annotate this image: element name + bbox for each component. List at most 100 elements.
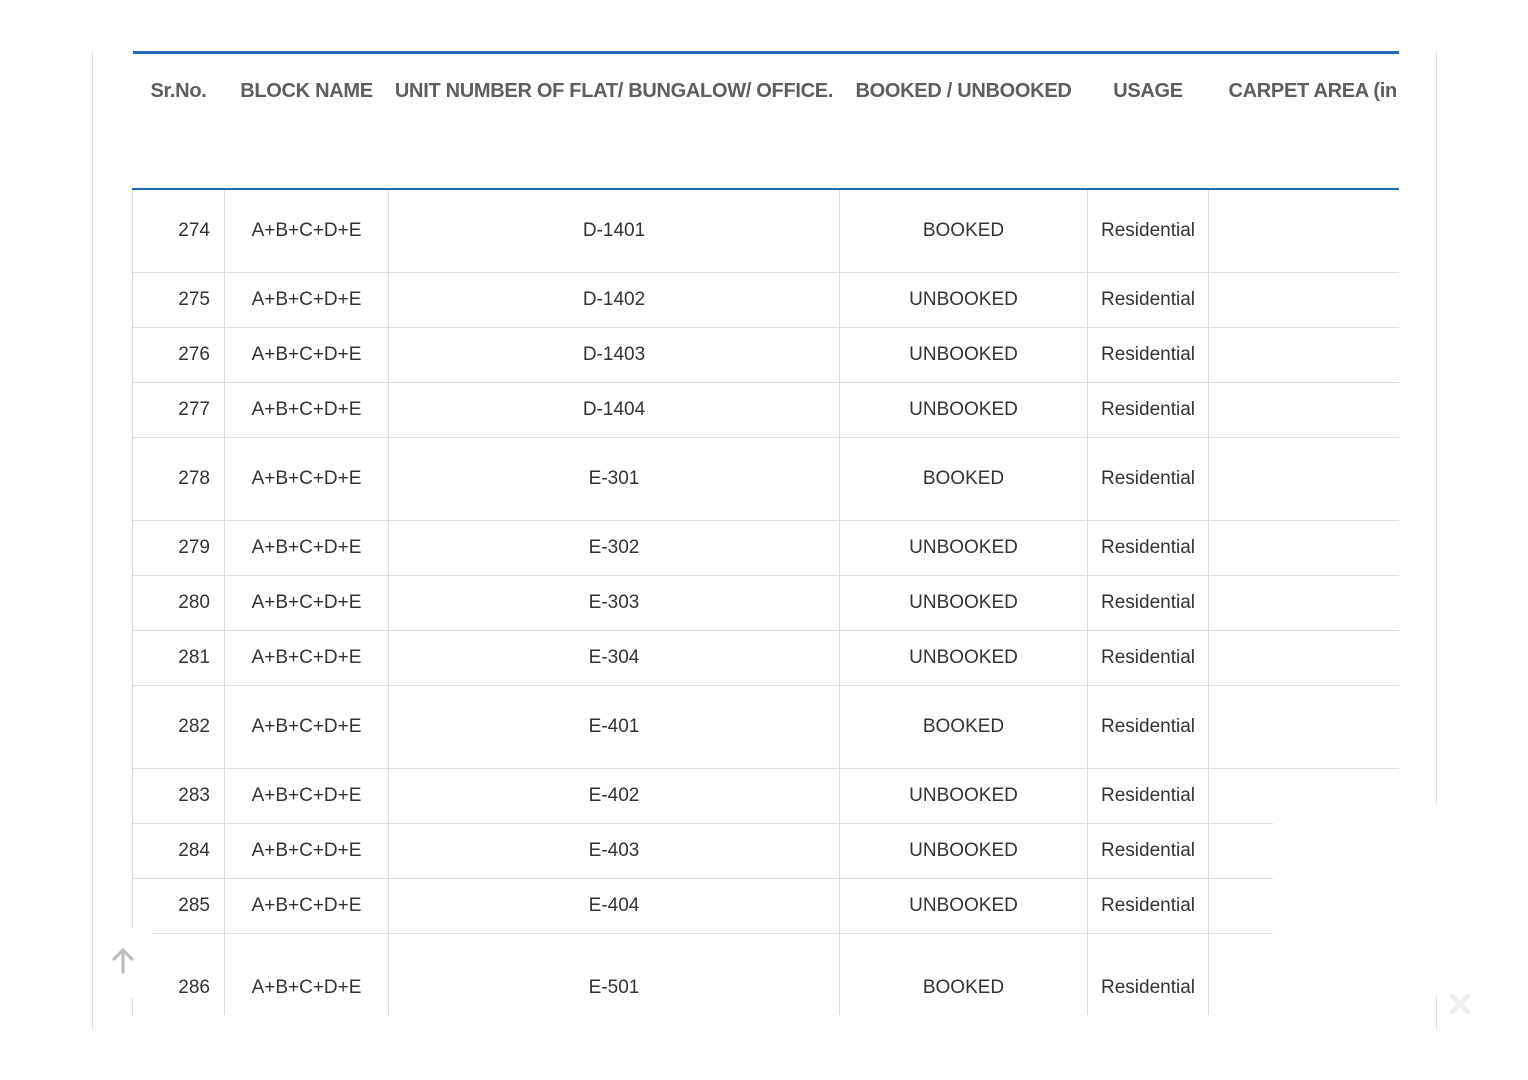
cell-block-name: A+B+C+D+E: [224, 768, 389, 824]
cell-sr-no: 279: [132, 520, 225, 576]
cell-usage: Residential: [1087, 878, 1209, 934]
cell-booking-status: UNBOOKED: [839, 768, 1088, 824]
cell-usage: Residential: [1087, 823, 1209, 879]
cell-usage: Residential: [1087, 520, 1209, 576]
header-unit-number: UNIT NUMBER OF FLAT/ BUNGALOW/ OFFICE.: [388, 51, 840, 190]
cell-unit-number: E-402: [388, 768, 840, 824]
cell-unit-number: E-302: [388, 520, 840, 576]
cell-booking-status: BOOKED: [839, 933, 1088, 1015]
table-row: 278 A+B+C+D+E E-301 BOOKED Residential: [132, 437, 1399, 521]
cell-booking-status: BOOKED: [839, 437, 1088, 521]
table-row: 281 A+B+C+D+E E-304 UNBOOKED Residential: [132, 630, 1399, 686]
cell-booking-status: UNBOOKED: [839, 272, 1088, 328]
cell-usage: Residential: [1087, 768, 1209, 824]
cell-block-name: A+B+C+D+E: [224, 823, 389, 879]
cell-unit-number: E-501: [388, 933, 840, 1015]
table-header-row: Sr.No. BLOCK NAME UNIT NUMBER OF FLAT/ B…: [132, 51, 1399, 190]
cell-sr-no: 278: [132, 437, 225, 521]
cell-booking-status: UNBOOKED: [839, 520, 1088, 576]
cell-usage: Residential: [1087, 188, 1209, 273]
cell-unit-number: E-401: [388, 685, 840, 769]
table-row: 282 A+B+C+D+E E-401 BOOKED Residential: [132, 685, 1399, 769]
header-sr-no: Sr.No.: [132, 51, 225, 190]
cell-block-name: A+B+C+D+E: [224, 272, 389, 328]
cell-booking-status: UNBOOKED: [839, 630, 1088, 686]
cell-sr-no: 283: [132, 768, 225, 824]
cell-unit-number: E-404: [388, 878, 840, 934]
cell-carpet-area: [1208, 575, 1399, 631]
close-icon: [1448, 992, 1472, 1021]
table-row: 279 A+B+C+D+E E-302 UNBOOKED Residential: [132, 520, 1399, 576]
table-row: 274 A+B+C+D+E D-1401 BOOKED Residential: [132, 188, 1399, 273]
cell-sr-no: 277: [132, 382, 225, 438]
cell-usage: Residential: [1087, 575, 1209, 631]
cell-block-name: A+B+C+D+E: [224, 327, 389, 383]
table-row: 285 A+B+C+D+E E-404 UNBOOKED Residential: [132, 878, 1399, 934]
cell-booking-status: BOOKED: [839, 188, 1088, 273]
cell-block-name: A+B+C+D+E: [224, 685, 389, 769]
cell-sr-no: 282: [132, 685, 225, 769]
cell-carpet-area: [1208, 630, 1399, 686]
cell-carpet-area: [1208, 327, 1399, 383]
header-booked-unbooked: BOOKED / UNBOOKED: [839, 51, 1088, 190]
content-right-border-lower: [1436, 995, 1437, 1030]
page-frame: Sr.No. BLOCK NAME UNIT NUMBER OF FLAT/ B…: [0, 0, 1528, 1080]
table-row: 280 A+B+C+D+E E-303 UNBOOKED Residential: [132, 575, 1399, 631]
cell-block-name: A+B+C+D+E: [224, 437, 389, 521]
cell-usage: Residential: [1087, 437, 1209, 521]
cell-unit-number: E-301: [388, 437, 840, 521]
cell-booking-status: UNBOOKED: [839, 327, 1088, 383]
cell-block-name: A+B+C+D+E: [224, 382, 389, 438]
table-body: 274 A+B+C+D+E D-1401 BOOKED Residential 275 A+…: [132, 188, 1399, 1015]
cell-booking-status: UNBOOKED: [839, 878, 1088, 934]
scroll-to-top-button[interactable]: [94, 928, 152, 998]
unit-inventory-table: Sr.No. BLOCK NAME UNIT NUMBER OF FLAT/ B…: [132, 51, 1399, 1015]
table-row: 275 A+B+C+D+E D-1402 UNBOOKED Residential: [132, 272, 1399, 328]
cell-booking-status: UNBOOKED: [839, 823, 1088, 879]
content-right-border: [1436, 52, 1437, 804]
cell-block-name: A+B+C+D+E: [224, 188, 389, 273]
cell-sr-no: 285: [132, 878, 225, 934]
content-left-border: [92, 52, 93, 1030]
table-row: 284 A+B+C+D+E E-403 UNBOOKED Residential: [132, 823, 1399, 879]
close-button[interactable]: [1444, 990, 1476, 1022]
cell-carpet-area: [1208, 382, 1399, 438]
cell-usage: Residential: [1087, 382, 1209, 438]
cell-usage: Residential: [1087, 272, 1209, 328]
cell-unit-number: E-304: [388, 630, 840, 686]
cell-usage: Residential: [1087, 685, 1209, 769]
cell-sr-no: 275: [132, 272, 225, 328]
cell-usage: Residential: [1087, 327, 1209, 383]
cell-carpet-area: [1208, 520, 1399, 576]
cell-carpet-area: [1208, 437, 1399, 521]
cell-sr-no: 280: [132, 575, 225, 631]
cell-unit-number: D-1401: [388, 188, 840, 273]
cell-block-name: A+B+C+D+E: [224, 575, 389, 631]
cell-sr-no: 284: [132, 823, 225, 879]
header-usage: USAGE: [1087, 51, 1209, 190]
cell-usage: Residential: [1087, 630, 1209, 686]
cell-unit-number: D-1402: [388, 272, 840, 328]
cell-unit-number: D-1404: [388, 382, 840, 438]
cell-usage: Residential: [1087, 933, 1209, 1015]
cell-sr-no: 281: [132, 630, 225, 686]
table-row: 277 A+B+C+D+E D-1404 UNBOOKED Residential: [132, 382, 1399, 438]
cell-carpet-area: [1208, 188, 1399, 273]
cell-unit-number: D-1403: [388, 327, 840, 383]
header-block-name: BLOCK NAME: [224, 51, 389, 190]
cell-booking-status: UNBOOKED: [839, 575, 1088, 631]
cell-sr-no: 274: [132, 188, 225, 273]
cell-carpet-area: [1208, 272, 1399, 328]
cell-booking-status: BOOKED: [839, 685, 1088, 769]
cell-block-name: A+B+C+D+E: [224, 933, 389, 1015]
table-row: 286 A+B+C+D+E E-501 BOOKED Residential: [132, 933, 1399, 1015]
table-row: 283 A+B+C+D+E E-402 UNBOOKED Residential: [132, 768, 1399, 824]
cell-block-name: A+B+C+D+E: [224, 878, 389, 934]
cell-booking-status: UNBOOKED: [839, 382, 1088, 438]
arrow-up-icon: [110, 947, 136, 980]
cell-unit-number: E-403: [388, 823, 840, 879]
header-carpet-area: CARPET AREA (in Sq: [1208, 51, 1399, 190]
unit-inventory-table-scroll[interactable]: Sr.No. BLOCK NAME UNIT NUMBER OF FLAT/ B…: [132, 51, 1399, 1015]
table-row: 276 A+B+C+D+E D-1403 UNBOOKED Residential: [132, 327, 1399, 383]
cell-block-name: A+B+C+D+E: [224, 520, 389, 576]
